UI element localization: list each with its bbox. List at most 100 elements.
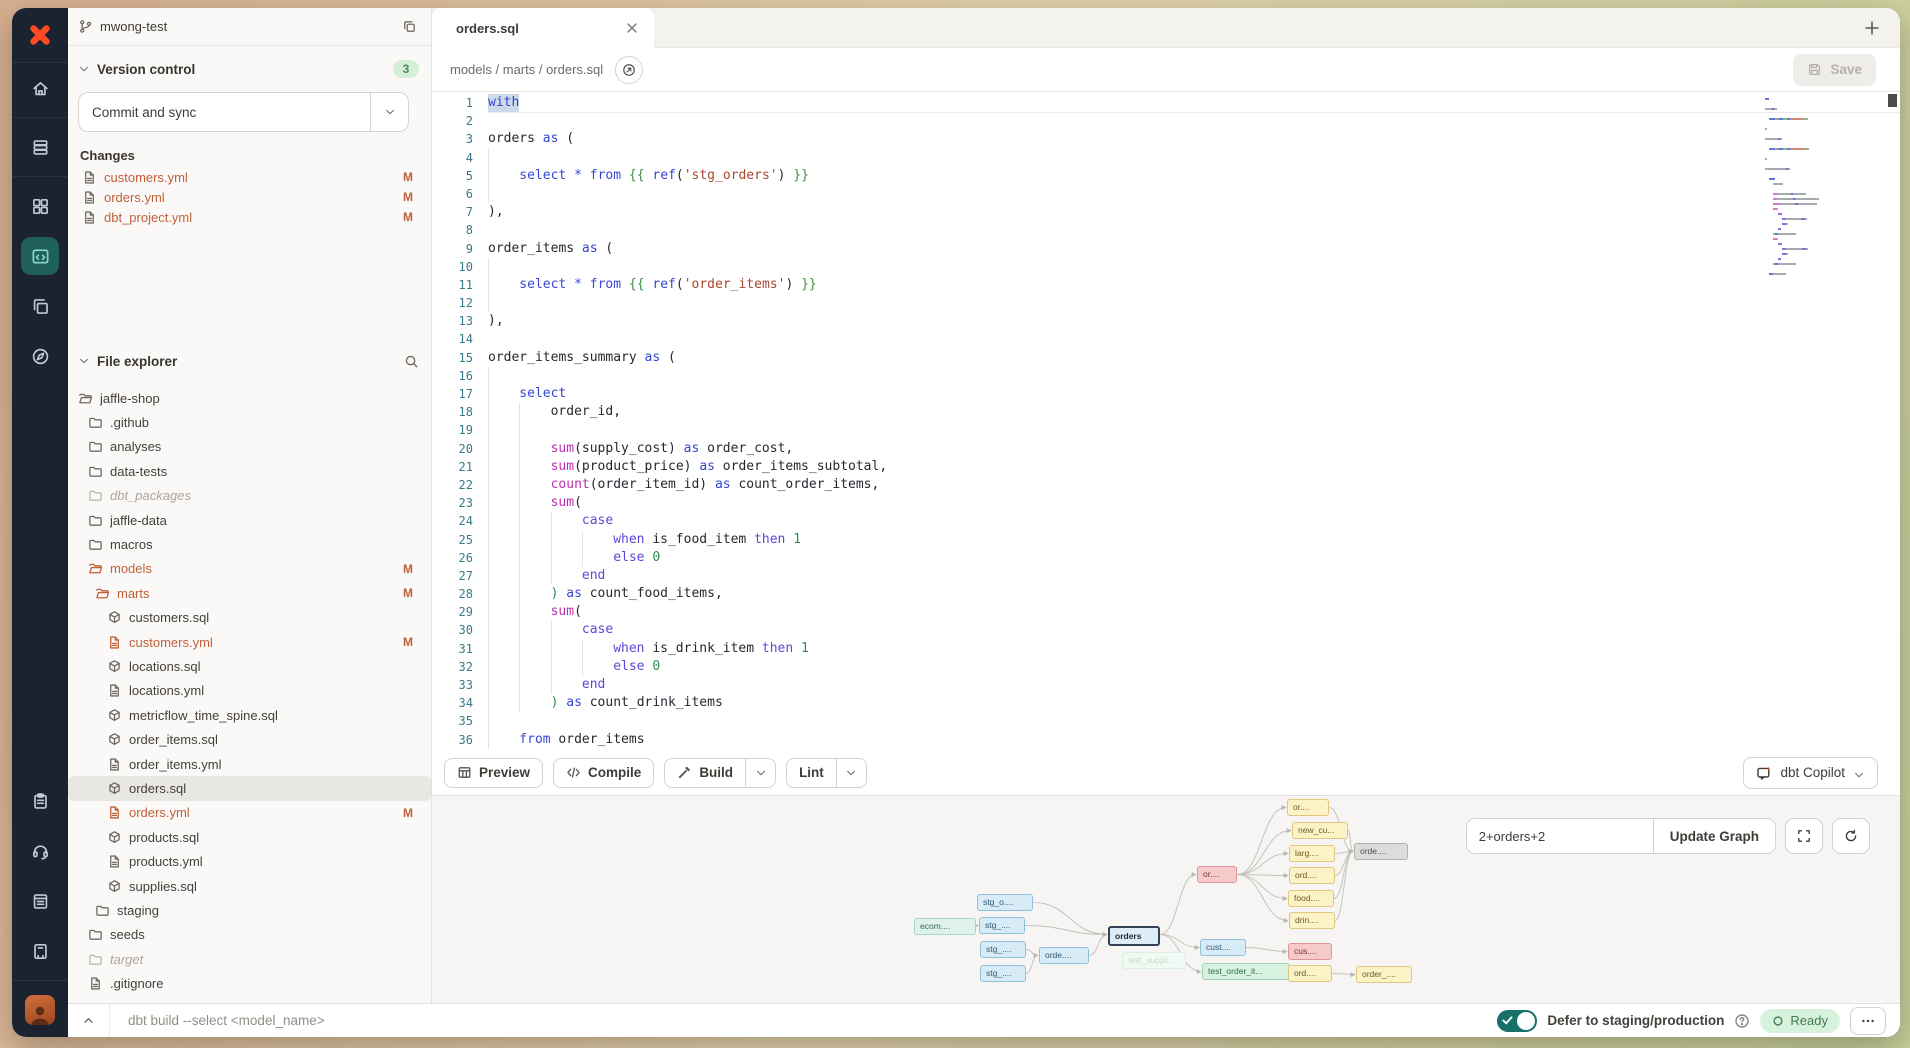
lineage-node[interactable]: cust.... <box>1200 939 1246 956</box>
lineage-node[interactable]: test_suppl... <box>1122 952 1186 969</box>
home-icon[interactable] <box>21 69 59 107</box>
tree-item--github[interactable]: .github <box>68 410 431 434</box>
tree-item-metricflow-time-spine-sql[interactable]: metricflow_time_spine.sql <box>68 703 431 727</box>
lineage-node[interactable]: orders <box>1108 926 1160 946</box>
code-content[interactable]: withorders as (select * from {{ ref('stg… <box>488 92 1900 750</box>
tree-item-label: jaffle-shop <box>100 391 413 406</box>
breadcrumb-bar: models / marts / orders.sql Save <box>432 48 1900 92</box>
lint-dropdown-toggle[interactable] <box>836 759 866 787</box>
tree-item-marts[interactable]: martsM <box>68 581 431 605</box>
lineage-node[interactable]: ord.... <box>1288 965 1332 982</box>
dbt-logo-icon[interactable] <box>12 8 68 63</box>
branch-selector[interactable]: mwong-test <box>68 8 431 46</box>
more-options-button[interactable] <box>1850 1007 1886 1035</box>
tree-item--gitignore[interactable]: .gitignore <box>68 971 431 995</box>
file-explorer-header[interactable]: File explorer <box>68 346 431 376</box>
support-icon[interactable] <box>21 832 59 870</box>
code-line: sum(supply_cost) as order_cost, <box>488 440 1900 458</box>
tree-item-target[interactable]: target <box>68 947 431 971</box>
lineage-node[interactable]: drin.... <box>1289 912 1335 929</box>
scrollbar-thumb[interactable] <box>1888 94 1897 107</box>
environments-icon[interactable] <box>21 128 59 166</box>
close-tab-icon[interactable] <box>624 20 640 36</box>
tree-item-supplies-sql[interactable]: supplies.sql <box>68 874 431 898</box>
apps-grid-icon[interactable] <box>21 187 59 225</box>
lineage-node[interactable]: order_.... <box>1356 966 1412 983</box>
lineage-node[interactable]: stg_.... <box>979 917 1025 934</box>
search-icon[interactable] <box>404 354 419 369</box>
lineage-node[interactable]: orde.... <box>1039 947 1089 964</box>
tree-item-data-tests[interactable]: data-tests <box>68 459 431 483</box>
refresh-icon-button[interactable] <box>1832 818 1870 854</box>
commit-and-sync-button[interactable]: Commit and sync <box>78 92 409 132</box>
lineage-node[interactable]: food.... <box>1288 890 1334 907</box>
tree-item-jaffle-shop[interactable]: jaffle-shop <box>68 386 431 410</box>
folder-icon <box>88 488 103 503</box>
update-graph-button[interactable]: Update Graph <box>1653 819 1775 853</box>
tree-item-models[interactable]: modelsM <box>68 557 431 581</box>
lineage-node[interactable]: larg.... <box>1289 845 1335 862</box>
sessions-icon[interactable] <box>21 287 59 325</box>
user-avatar[interactable] <box>25 995 55 1025</box>
line-number: 23 <box>432 494 488 512</box>
tree-item-analyses[interactable]: analyses <box>68 435 431 459</box>
copy-branch-icon[interactable] <box>402 19 417 34</box>
lineage-node[interactable]: or.... <box>1197 866 1237 883</box>
code-editor[interactable]: 1234567891011121314151617181920212223242… <box>432 92 1900 750</box>
preview-button[interactable]: Preview <box>444 758 543 788</box>
dbt-copilot-button[interactable]: dbt Copilot <box>1743 757 1878 789</box>
tree-item-locations-sql[interactable]: locations.sql <box>68 654 431 678</box>
changed-file-row[interactable]: orders.ymlM <box>68 187 431 207</box>
version-control-header[interactable]: Version control 3 <box>68 54 431 84</box>
lineage-node[interactable]: ecom.... <box>914 918 976 935</box>
changed-file-row[interactable]: customers.ymlM <box>68 167 431 187</box>
defer-toggle[interactable] <box>1497 1010 1537 1032</box>
changed-file-row[interactable]: dbt_project.ymlM <box>68 207 431 227</box>
lineage-node[interactable]: stg_.... <box>980 941 1026 958</box>
tree-item-customers-yml[interactable]: customers.ymlM <box>68 630 431 654</box>
docs-icon[interactable] <box>21 882 59 920</box>
commit-dropdown-toggle[interactable] <box>370 93 408 131</box>
build-button[interactable]: Build <box>664 758 776 788</box>
lineage-node[interactable]: stg_o.... <box>977 894 1033 911</box>
lineage-node[interactable]: new_cu... <box>1292 822 1348 839</box>
new-tab-button[interactable] <box>1858 14 1886 42</box>
open-lineage-icon-button[interactable] <box>615 56 643 84</box>
lineage-node[interactable]: stg_.... <box>980 965 1026 982</box>
explore-icon[interactable] <box>21 337 59 375</box>
tree-item-orders-sql[interactable]: orders.sql <box>68 776 431 800</box>
tree-item-seeds[interactable]: seeds <box>68 923 431 947</box>
compile-button[interactable]: Compile <box>553 758 654 788</box>
tree-item-products-yml[interactable]: products.yml <box>68 849 431 873</box>
lineage-selector-input[interactable] <box>1467 819 1653 853</box>
command-input[interactable]: dbt build --select <model_name> <box>110 1013 1497 1028</box>
build-dropdown-toggle[interactable] <box>745 759 775 787</box>
save-button[interactable]: Save <box>1793 54 1876 86</box>
tree-item-macros[interactable]: macros <box>68 532 431 556</box>
lint-button[interactable]: Lint <box>786 758 867 788</box>
collapse-command-bar-button[interactable] <box>68 1004 110 1037</box>
tree-item-locations-yml[interactable]: locations.yml <box>68 679 431 703</box>
tree-item-customers-sql[interactable]: customers.sql <box>68 606 431 630</box>
lineage-node[interactable]: or.... <box>1287 799 1329 816</box>
line-number: 30 <box>432 621 488 639</box>
lineage-node[interactable]: ord.... <box>1289 867 1335 884</box>
reader-icon[interactable] <box>21 932 59 970</box>
tree-item-dbt-packages[interactable]: dbt_packages <box>68 484 431 508</box>
fullscreen-icon-button[interactable] <box>1785 818 1823 854</box>
tree-item-orders-yml[interactable]: orders.ymlM <box>68 801 431 825</box>
help-icon[interactable] <box>1734 1013 1750 1029</box>
tree-item-products-sql[interactable]: products.sql <box>68 825 431 849</box>
tab-orders-sql[interactable]: orders.sql <box>432 8 654 48</box>
tree-item-staging[interactable]: staging <box>68 898 431 922</box>
tree-item-jaffle-data[interactable]: jaffle-data <box>68 508 431 532</box>
tree-item-order-items-sql[interactable]: order_items.sql <box>68 727 431 751</box>
clipboard-icon[interactable] <box>21 782 59 820</box>
lineage-node[interactable]: orde.... <box>1354 843 1408 860</box>
develop-ide-icon[interactable] <box>21 237 59 275</box>
minimap[interactable] <box>1765 98 1845 283</box>
editor-tabbar: orders.sql <box>432 8 1900 48</box>
lineage-node[interactable]: test_order_it... <box>1202 963 1290 980</box>
lineage-node[interactable]: cus.... <box>1288 943 1332 960</box>
tree-item-order-items-yml[interactable]: order_items.yml <box>68 752 431 776</box>
